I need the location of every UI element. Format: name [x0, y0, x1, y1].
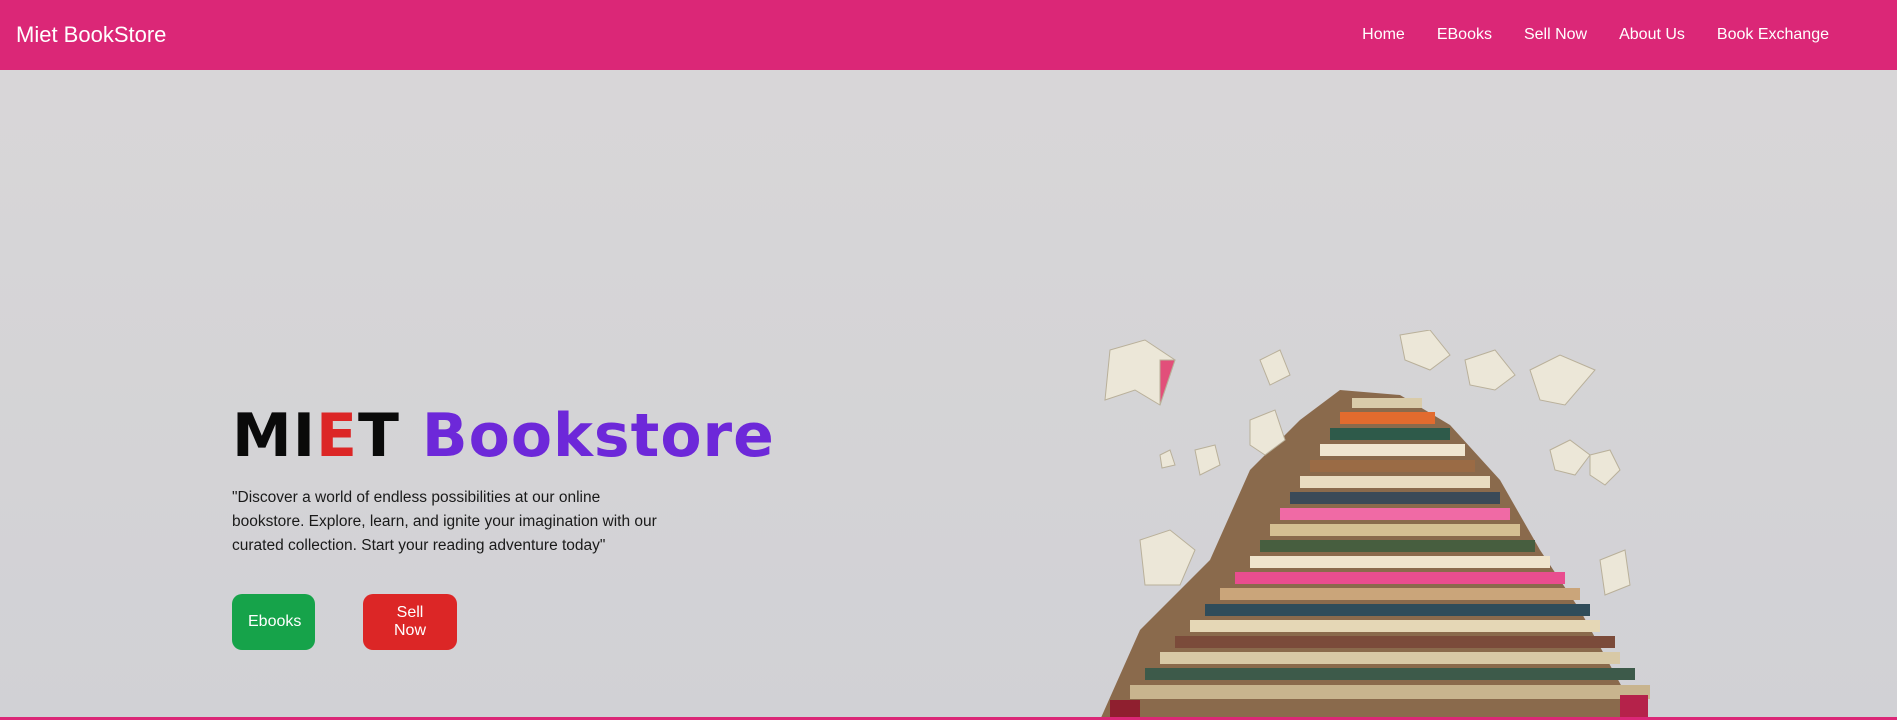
nav-link-ebooks[interactable]: EBooks	[1437, 26, 1492, 44]
books-stack-image	[1100, 330, 1650, 720]
nav-link-home[interactable]: Home	[1362, 26, 1405, 44]
ebooks-button[interactable]: Ebooks	[232, 594, 315, 650]
hero-title-t: T	[358, 401, 400, 471]
brand-logo-text[interactable]: Miet BookStore	[16, 22, 166, 48]
nav-link-book-exchange[interactable]: Book Exchange	[1717, 26, 1829, 44]
hero-description: "Discover a world of endless possibiliti…	[232, 489, 657, 554]
sell-now-button[interactable]: Sell Now	[363, 594, 457, 650]
nav-link-about-us[interactable]: About Us	[1619, 26, 1685, 44]
hero-section: MIET Bookstore "Discover a world of endl…	[232, 400, 775, 650]
nav-menu: Home EBooks Sell Now About Us Book Excha…	[1362, 0, 1829, 70]
hero-buttons: Ebooks Sell Now	[232, 594, 775, 650]
navbar: Miet BookStore Home EBooks Sell Now Abou…	[0, 0, 1897, 70]
hero-title: MIET Bookstore	[232, 400, 775, 472]
nav-link-sell-now[interactable]: Sell Now	[1524, 26, 1587, 44]
hero-title-e: E	[316, 401, 359, 471]
hero-title-bookstore: Bookstore	[421, 401, 775, 471]
hero-title-mi: MI	[232, 401, 317, 471]
